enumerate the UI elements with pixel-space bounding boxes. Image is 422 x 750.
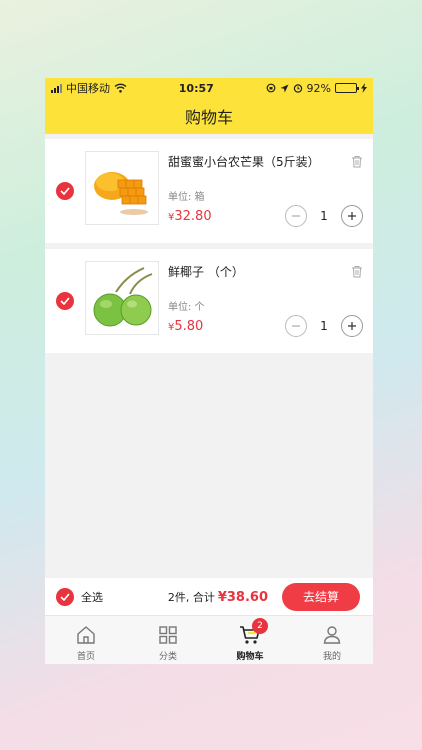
total-summary: 2件, 合计 <box>167 590 215 604</box>
tab-category[interactable]: 分类 <box>127 616 209 664</box>
increase-button[interactable] <box>341 205 363 227</box>
tab-home[interactable]: 首页 <box>45 616 127 664</box>
checkout-bar: 全选 2件, 合计 ¥38.60 去结算 <box>45 578 373 616</box>
status-time: 10:57 <box>178 81 214 95</box>
minus-icon <box>292 325 300 327</box>
decrease-button[interactable] <box>285 315 307 337</box>
quantity-value: 1 <box>320 209 328 223</box>
cart-item: 甜蜜蜜小台农芒果（5斤装） 单位: 箱 ¥32.80 1 <box>45 139 373 243</box>
alarm-icon <box>293 84 302 93</box>
select-all-label[interactable]: 全选 <box>81 589 103 605</box>
grid-icon <box>159 626 177 644</box>
total-currency: ¥ <box>217 589 227 605</box>
tab-label: 首页 <box>76 652 95 662</box>
quantity-stepper: 1 <box>285 315 363 337</box>
total-value: 38.60 <box>226 589 268 605</box>
delete-button[interactable] <box>351 263 363 282</box>
home-icon <box>77 626 95 644</box>
status-bar: 中国移动 10:57 92% <box>45 78 373 98</box>
user-icon <box>323 626 341 644</box>
product-image-coconut[interactable] <box>85 261 159 335</box>
decrease-button[interactable] <box>285 205 307 227</box>
price-value: 32.80 <box>174 209 212 224</box>
minus-icon <box>292 215 300 217</box>
page-title: 购物车 <box>184 108 233 127</box>
signal-icon <box>51 83 62 93</box>
status-left: 中国移动 <box>51 80 127 96</box>
charging-icon <box>361 83 367 93</box>
total-amount: ¥38.60 <box>218 590 268 605</box>
product-image-mango[interactable] <box>85 151 159 225</box>
plus-icon <box>348 322 356 330</box>
coconut-image <box>93 267 153 327</box>
trash-icon <box>352 156 362 168</box>
phone-screen: 中国移动 10:57 92% 购物车 甜蜜蜜小台农芒果（5斤装） 单位: 箱 ¥… <box>45 78 373 664</box>
page-header: 购物车 <box>45 98 373 134</box>
tab-cart[interactable]: 2 购物车 <box>209 616 291 664</box>
cart-list: 甜蜜蜜小台农芒果（5斤装） 单位: 箱 ¥32.80 1 鲜椰子 （个） 单位:… <box>45 134 373 353</box>
trash-icon <box>352 266 362 278</box>
quantity-stepper: 1 <box>285 205 363 227</box>
status-right: 92% <box>266 82 367 95</box>
item-checkbox[interactable] <box>56 182 74 200</box>
orientation-lock-icon <box>266 83 275 93</box>
carrier-label: 中国移动 <box>66 82 110 95</box>
battery-icon <box>335 83 359 93</box>
product-price: ¥5.80 <box>168 319 203 334</box>
product-name[interactable]: 鲜椰子 （个） <box>168 263 244 280</box>
quantity-value: 1 <box>320 319 328 333</box>
cart-badge: 2 <box>252 618 268 634</box>
plus-icon <box>348 212 356 220</box>
tab-label: 购物车 <box>236 652 264 662</box>
item-checkbox[interactable] <box>56 292 74 310</box>
cart-item: 鲜椰子 （个） 单位: 个 ¥5.80 1 <box>45 249 373 353</box>
product-unit: 单位: 个 <box>168 302 205 313</box>
checkout-button[interactable]: 去结算 <box>282 582 360 611</box>
wifi-icon <box>114 83 127 93</box>
order-total: 2件, 合计 ¥38.60 <box>168 589 268 605</box>
mango-image <box>94 172 148 215</box>
delete-button[interactable] <box>351 153 363 172</box>
price-value: 5.80 <box>174 319 204 334</box>
checkmark-icon <box>60 297 70 305</box>
tab-label: 我的 <box>322 652 341 662</box>
product-unit: 单位: 箱 <box>168 192 205 203</box>
increase-button[interactable] <box>341 315 363 337</box>
product-name[interactable]: 甜蜜蜜小台农芒果（5斤装） <box>168 153 320 170</box>
checkmark-icon <box>60 187 70 195</box>
tab-profile[interactable]: 我的 <box>291 616 373 664</box>
select-all-checkbox[interactable] <box>56 587 74 606</box>
battery-percent: 92% <box>306 81 331 95</box>
checkmark-icon <box>60 592 70 601</box>
location-icon <box>280 84 289 92</box>
product-price: ¥32.80 <box>168 209 212 224</box>
tab-label: 分类 <box>158 652 177 662</box>
tab-bar: 首页 分类 2 购物车 我的 <box>45 616 373 664</box>
